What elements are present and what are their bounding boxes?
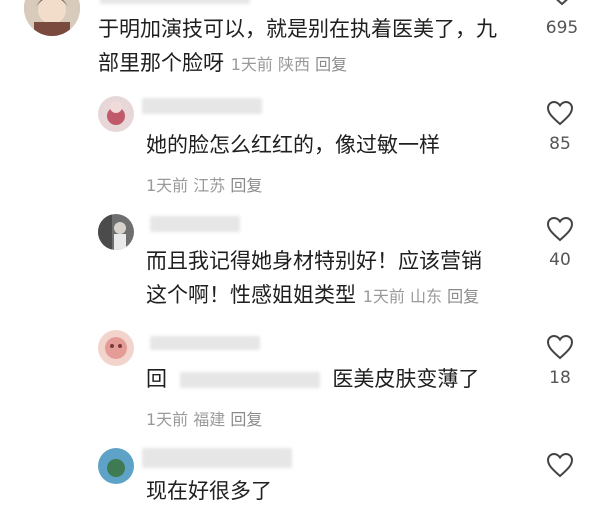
comment-text-line: 部里那个脸呀 1天前 陕西 回复 — [98, 51, 348, 75]
heart-outline-icon[interactable] — [546, 452, 574, 478]
comment-text: 而且我记得她身材特别好！应该营销 这个啊！性感姐姐类型 1天前 山东 回复 — [146, 244, 482, 314]
comment-meta: 1天前 福建 回复 — [146, 406, 262, 430]
comment-location: 山东 — [409, 287, 442, 306]
avatar[interactable] — [98, 96, 134, 132]
comment-meta: 1天前 山东 回复 — [363, 287, 479, 306]
avatar-image — [98, 96, 134, 132]
comment-text: 现在好很多了 — [146, 474, 272, 508]
avatar-image — [98, 214, 134, 250]
comment-time: 1天前 — [146, 176, 189, 195]
avatar-image — [98, 330, 134, 366]
reply-button[interactable]: 回复 — [230, 176, 262, 195]
reply-button[interactable]: 回复 — [230, 410, 262, 429]
username-redacted — [142, 98, 262, 114]
like-count: 40 — [549, 250, 571, 270]
avatar[interactable] — [98, 214, 134, 250]
avatar-image — [24, 0, 80, 36]
comment-time: 1天前 — [362, 287, 405, 306]
comment-text-line: 这个啊！性感姐姐类型 1天前 山东 回复 — [146, 283, 480, 307]
comment-time: 1天前 — [146, 410, 189, 429]
avatar[interactable] — [24, 0, 80, 36]
comment-time: 1天前 — [230, 55, 273, 74]
heart-outline-icon[interactable] — [548, 0, 576, 6]
heart-outline-icon[interactable] — [546, 216, 574, 242]
comment-meta: 1天前 陕西 回复 — [231, 55, 347, 74]
avatar-image — [98, 448, 134, 484]
username-redacted — [150, 336, 260, 350]
comment-text-line: 现在好很多了 — [146, 479, 272, 503]
like-count: 18 — [549, 368, 571, 388]
username-redacted — [142, 448, 292, 468]
mention-redacted — [179, 372, 320, 388]
comment-location: 陕西 — [277, 55, 310, 74]
like-count: 85 — [549, 134, 571, 154]
reply-button[interactable]: 回复 — [315, 55, 347, 74]
comment-text: 她的脸怎么红红的，像过敏一样 — [146, 128, 440, 162]
like-control[interactable]: 18 — [530, 334, 590, 388]
like-control[interactable]: 85 — [530, 100, 590, 154]
comment-text-line: 于明加演技可以，就是别在执着医美了，九 — [98, 17, 497, 41]
heart-outline-icon[interactable] — [546, 334, 574, 360]
like-count: 695 — [545, 18, 579, 38]
comment-text: 于明加演技可以，就是别在执着医美了，九 部里那个脸呀 1天前 陕西 回复 — [98, 12, 497, 82]
like-control[interactable] — [530, 452, 590, 478]
comment-location: 福建 — [193, 410, 226, 429]
like-control[interactable]: 40 — [530, 216, 590, 270]
comment-text-line: 回 医美皮肤变薄了 — [146, 367, 480, 391]
comment-text-line: 而且我记得她身材特别好！应该营销 — [146, 249, 482, 273]
username-redacted — [150, 216, 240, 232]
reply-button[interactable]: 回复 — [447, 287, 479, 306]
avatar[interactable] — [98, 330, 134, 366]
heart-outline-icon[interactable] — [546, 100, 574, 126]
comment-meta: 1天前 江苏 回复 — [146, 172, 262, 196]
username-redacted — [100, 0, 250, 4]
comment-location: 江苏 — [193, 176, 226, 195]
comment-text: 回 医美皮肤变薄了 — [146, 362, 479, 396]
like-control[interactable]: 695 — [532, 0, 592, 38]
avatar[interactable] — [98, 448, 134, 484]
comment-text-line: 她的脸怎么红红的，像过敏一样 — [146, 133, 440, 157]
